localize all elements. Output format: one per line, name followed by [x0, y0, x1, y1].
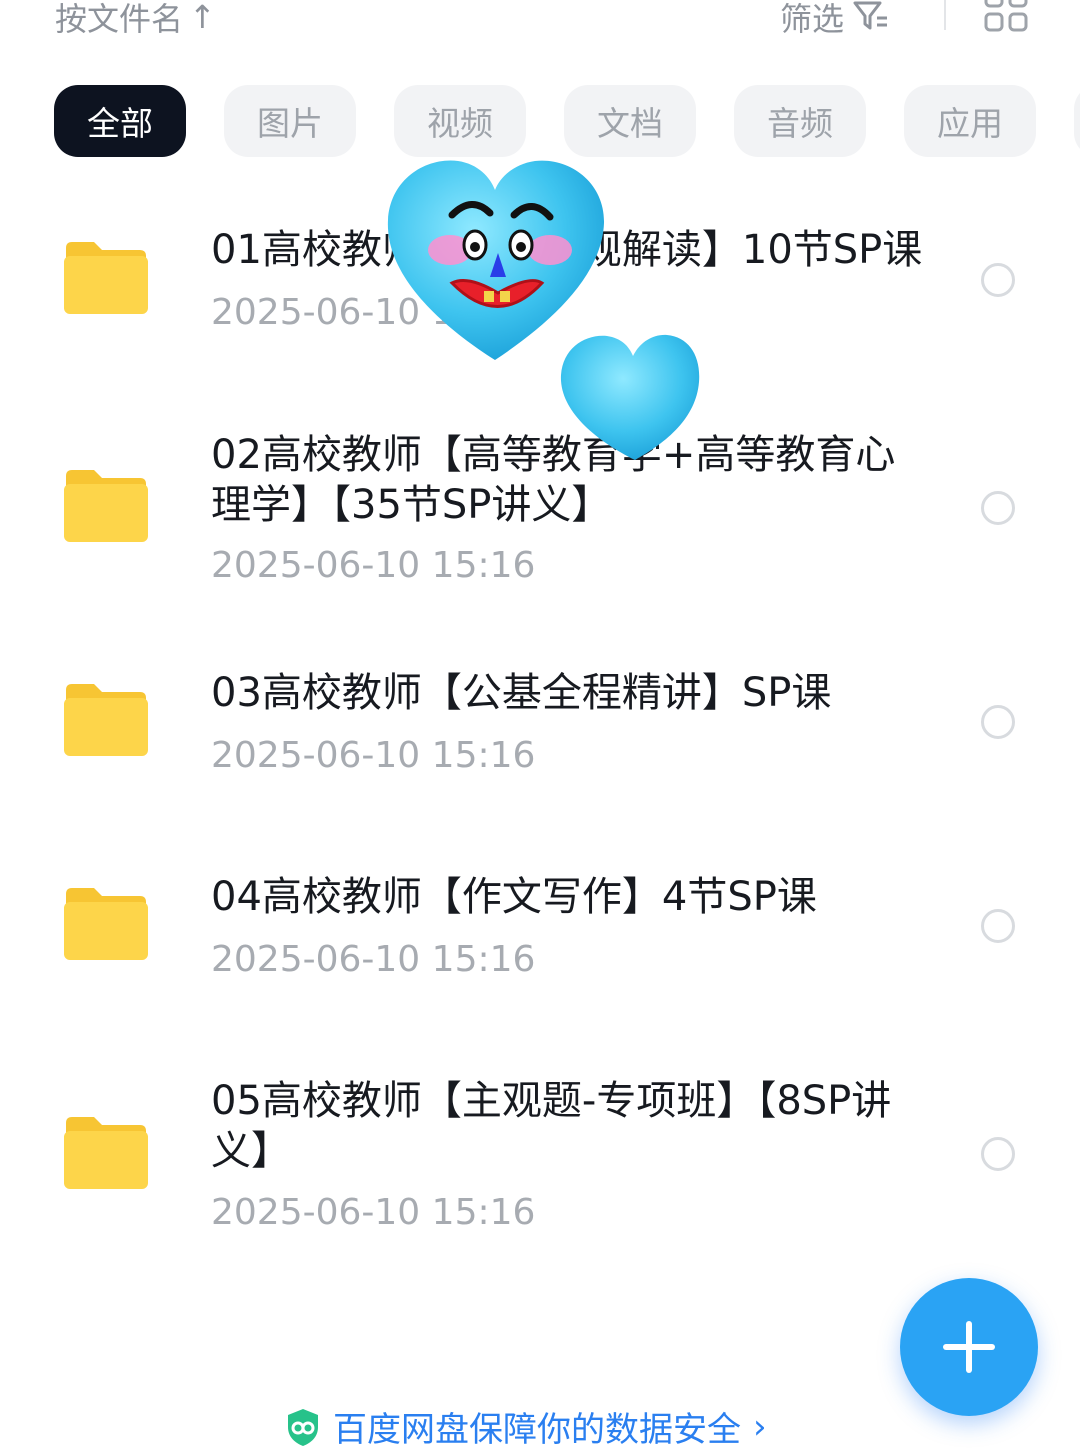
sort-label: 按文件名 — [55, 0, 184, 38]
divider — [944, 0, 946, 30]
filter-button[interactable]: 筛选 — [780, 0, 890, 40]
category-tabs: 全部 图片 视频 文档 音频 应用 — [54, 85, 1080, 157]
file-name: 03高校教师【公基全程精讲】SP课 — [211, 670, 832, 716]
select-checkbox[interactable] — [981, 909, 1015, 943]
select-checkbox[interactable] — [981, 1137, 1015, 1171]
tab-apps[interactable]: 应用 — [904, 85, 1036, 157]
add-button[interactable] — [900, 1278, 1038, 1416]
folder-icon — [64, 242, 148, 314]
security-banner[interactable]: 百度网盘保障你的数据安全 › — [285, 1402, 767, 1451]
security-text: 百度网盘保障你的数据安全 — [333, 1410, 741, 1450]
file-date: 2025-06-10 15:16 — [211, 939, 536, 980]
shield-icon — [288, 1408, 318, 1446]
file-date: 2025-06-10 15:16 — [211, 735, 536, 776]
tab-images[interactable]: 图片 — [224, 85, 356, 157]
folder-icon — [64, 1117, 148, 1189]
folder-icon — [64, 888, 148, 960]
grid-view-icon[interactable] — [984, 0, 1028, 34]
folder-icon — [64, 684, 148, 756]
tab-documents[interactable]: 文档 — [564, 85, 696, 157]
file-date: 2025-06-10 15:16 — [211, 545, 536, 586]
sort-by-name-button[interactable]: 按文件名 ↑ — [55, 0, 216, 40]
tab-all[interactable]: 全部 — [54, 85, 186, 157]
select-checkbox[interactable] — [981, 491, 1015, 525]
file-date: 2025-06-10 15:16 — [211, 1192, 536, 1233]
filter-icon — [853, 1, 888, 30]
select-checkbox[interactable] — [981, 263, 1015, 297]
plus-icon — [943, 1321, 995, 1373]
tab-videos[interactable]: 视频 — [394, 85, 526, 157]
sort-arrow-icon: ↑ — [189, 0, 216, 36]
select-checkbox[interactable] — [981, 705, 1015, 739]
tab-audio[interactable]: 音频 — [734, 85, 866, 157]
file-name: 05高校教师【主观题-专项班】【8SP讲义】 — [211, 1078, 892, 1174]
folder-icon — [64, 470, 148, 542]
tab-more[interactable] — [1074, 85, 1080, 157]
chevron-right-icon: › — [753, 1406, 767, 1447]
heart-sticker-icon — [560, 334, 700, 460]
file-name: 04高校教师【作文写作】4节SP课 — [211, 874, 817, 920]
filter-label: 筛选 — [780, 0, 845, 38]
top-bar: 按文件名 ↑ 筛选 — [0, 0, 1080, 60]
